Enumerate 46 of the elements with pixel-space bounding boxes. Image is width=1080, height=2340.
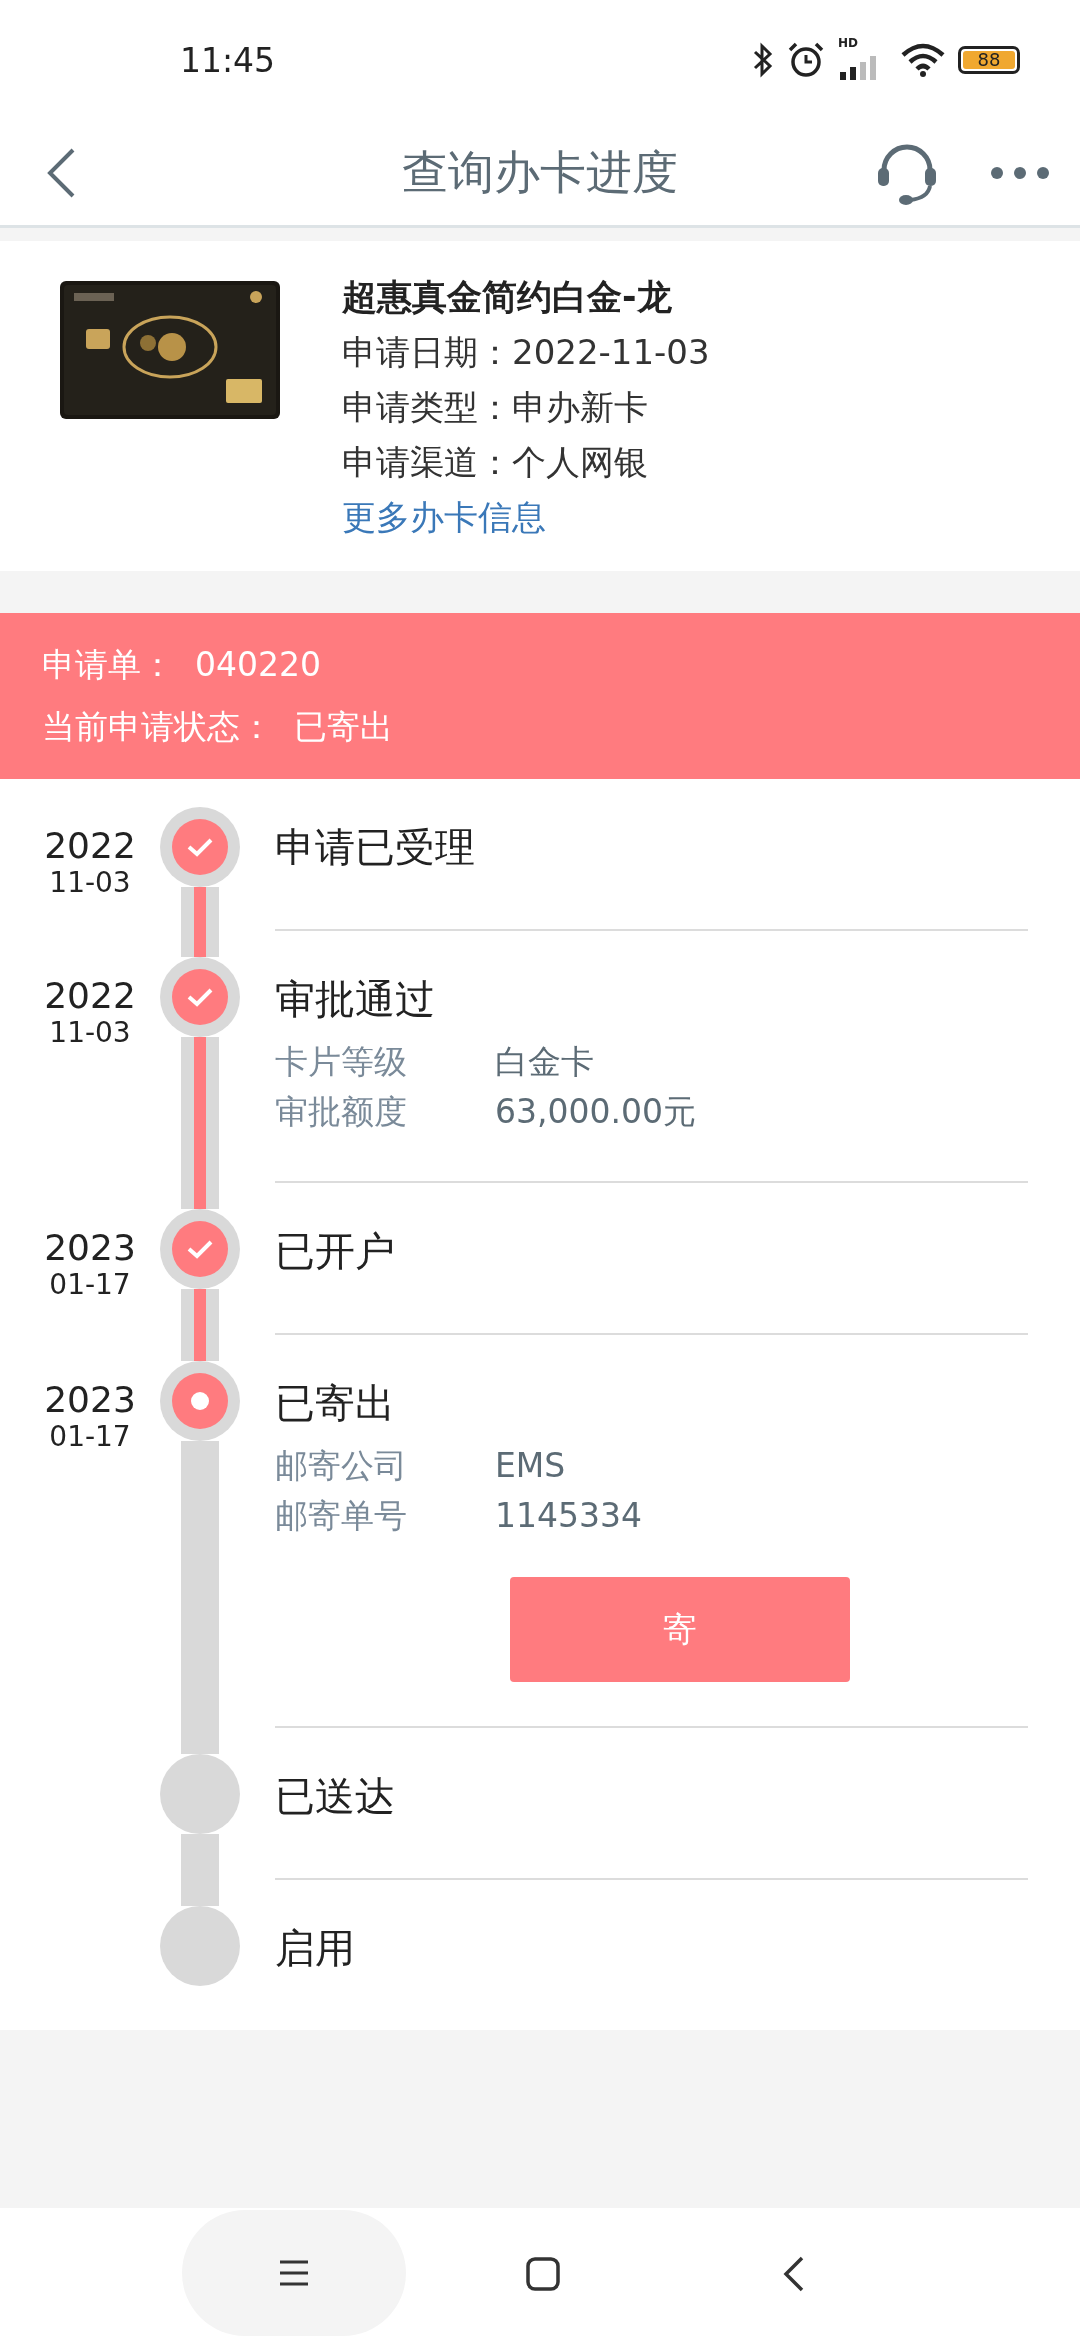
check-icon xyxy=(186,836,214,858)
detail-value: EMS xyxy=(495,1445,566,1487)
more-info-link[interactable]: 更多办卡信息 xyxy=(342,490,546,545)
application-info: 申请日期：2022-11-03 xyxy=(342,331,710,374)
step-title: 申请已受理 xyxy=(275,823,475,872)
step-title: 审批通过 xyxy=(275,975,435,1024)
step-year: 2022 xyxy=(44,975,136,1017)
clock-time: 11:45 xyxy=(180,40,276,80)
detail-label: 卡片等级 xyxy=(275,1041,408,1083)
bluetooth-icon xyxy=(752,42,774,78)
home-icon[interactable] xyxy=(526,2257,560,2291)
check-icon xyxy=(186,986,214,1008)
step-title: 已寄出 xyxy=(275,1379,395,1428)
card-name: 超惠真金简约白金-龙 xyxy=(342,276,672,319)
step-date: 11-03 xyxy=(49,867,131,899)
step-date: 01-17 xyxy=(49,1421,131,1453)
check-icon xyxy=(186,1238,214,1260)
step-year: 2023 xyxy=(44,1227,136,1269)
back-icon[interactable] xyxy=(45,146,77,199)
battery-level: 88 xyxy=(963,51,1015,69)
step-title: 已送达 xyxy=(275,1772,395,1821)
application-info: 申请类型：申办新卡 xyxy=(342,386,648,429)
step-year: 2023 xyxy=(44,1379,136,1421)
detail-value: 1145334 xyxy=(495,1495,642,1537)
detail-label: 审批额度 xyxy=(275,1091,408,1133)
detail-value: 白金卡 xyxy=(495,1041,594,1083)
alarm-icon xyxy=(786,40,826,80)
detail-value: 63,000.00元 xyxy=(495,1091,696,1133)
step-date: 11-03 xyxy=(49,1017,131,1049)
wifi-icon xyxy=(900,43,946,77)
application-number: 申请单： 040220 xyxy=(42,645,322,685)
current-dot-icon xyxy=(191,1392,209,1410)
step-title: 已开户 xyxy=(275,1227,395,1276)
menu-icon xyxy=(278,2259,310,2287)
page-title: 查询办卡进度 xyxy=(402,143,678,201)
application-status: 当前申请状态： 已寄出 xyxy=(42,707,394,747)
detail-label: 邮寄单号 xyxy=(275,1495,408,1537)
step-title: 启用 xyxy=(275,1924,355,1973)
detail-label: 邮寄公司 xyxy=(275,1445,408,1487)
step-year: 2022 xyxy=(44,825,136,867)
application-info: 申请渠道：个人网银 xyxy=(342,441,648,484)
network-label: HD xyxy=(838,36,858,50)
tracking-button[interactable]: 寄 xyxy=(510,1577,850,1682)
back-icon[interactable] xyxy=(783,2256,805,2292)
more-icon[interactable] xyxy=(990,165,1050,180)
step-date: 01-17 xyxy=(49,1269,131,1301)
